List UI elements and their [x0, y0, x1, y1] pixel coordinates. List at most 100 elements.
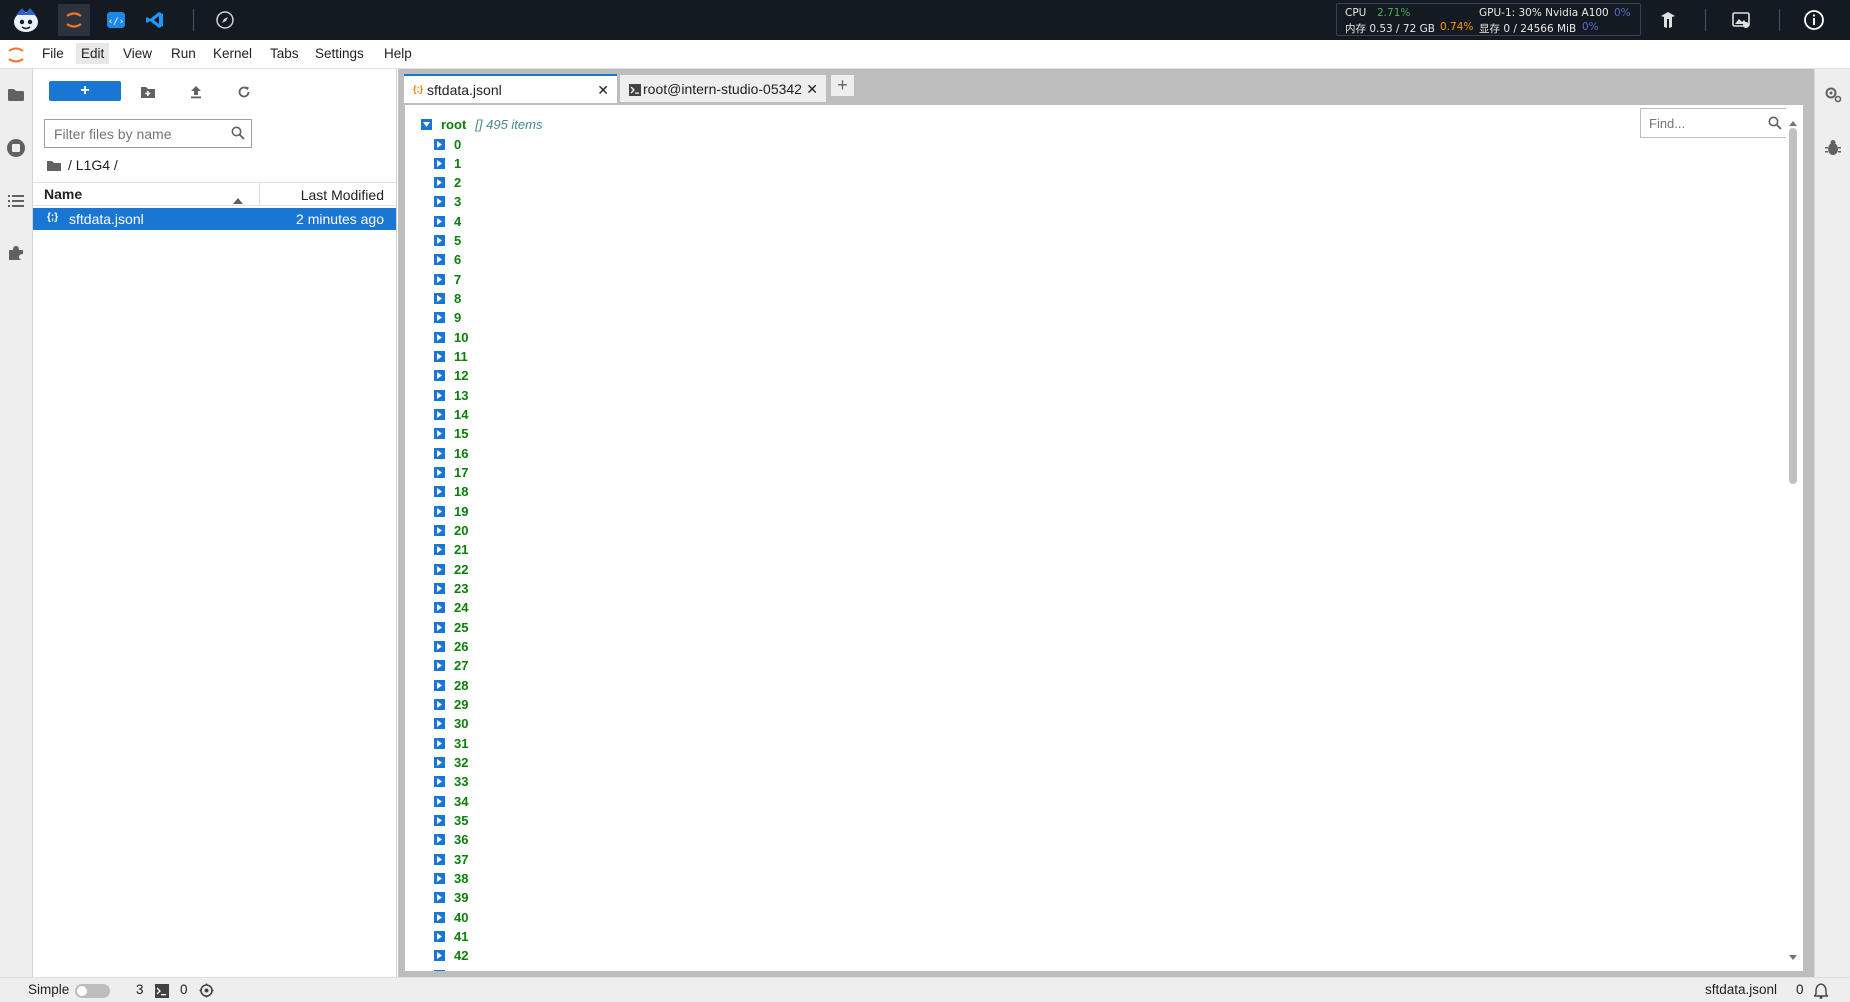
json-item-row[interactable]: 30 [434, 716, 468, 732]
expand-toggle-icon[interactable] [434, 370, 445, 382]
breadcrumb-path[interactable]: / L1G4 / [68, 157, 118, 173]
json-item-row[interactable]: 25 [434, 619, 468, 635]
model-icon[interactable] [1652, 4, 1684, 36]
json-item-row[interactable]: 26 [434, 639, 468, 655]
menu-settings[interactable]: Settings [313, 46, 366, 61]
json-item-row[interactable]: 10 [434, 329, 468, 345]
expand-toggle-icon[interactable] [434, 873, 445, 885]
table-of-contents-icon[interactable] [5, 190, 27, 212]
json-item-row[interactable]: 29 [434, 697, 468, 713]
json-item-row[interactable]: 34 [434, 793, 468, 809]
expand-toggle-icon[interactable] [434, 969, 445, 971]
folder-icon[interactable] [5, 84, 27, 106]
intern-studio-logo[interactable] [10, 4, 42, 36]
jupyter-app-icon[interactable] [58, 4, 90, 36]
running-kernels-icon[interactable] [5, 137, 27, 159]
expand-toggle-icon[interactable] [434, 196, 445, 208]
json-item-row[interactable]: 28 [434, 677, 468, 693]
expand-toggle-icon[interactable] [434, 834, 445, 846]
expand-toggle-icon[interactable] [434, 215, 445, 227]
sort-ascending-icon[interactable] [233, 191, 243, 207]
json-item-row[interactable]: 42 [434, 948, 468, 964]
file-filter-field[interactable] [44, 119, 252, 148]
menu-edit[interactable]: Edit [76, 43, 110, 64]
json-item-row[interactable]: 15 [434, 426, 468, 442]
expand-toggle-icon[interactable] [434, 525, 445, 537]
expand-toggle-icon[interactable] [434, 467, 445, 479]
code-editor-app-icon[interactable]: ‹/› [100, 4, 132, 36]
menu-tabs[interactable]: Tabs [268, 46, 301, 61]
breadcrumb[interactable]: / L1G4 / [46, 155, 118, 175]
simple-mode-toggle[interactable] [75, 984, 110, 998]
expand-toggle-icon[interactable] [434, 815, 445, 827]
expand-toggle-icon[interactable] [434, 641, 445, 653]
expand-toggle-icon[interactable] [434, 157, 445, 169]
json-item-row[interactable]: 17 [434, 465, 468, 481]
expand-toggle-icon[interactable] [434, 447, 445, 459]
json-item-row[interactable]: 24 [434, 600, 468, 616]
expand-toggle-icon[interactable] [434, 776, 445, 788]
json-item-row[interactable]: 4 [434, 213, 461, 229]
refresh-icon[interactable] [233, 81, 255, 103]
expand-toggle-icon[interactable] [434, 950, 445, 962]
collapse-toggle-icon[interactable] [421, 118, 432, 130]
json-item-row[interactable]: 5 [434, 233, 461, 249]
terminal-status-icon[interactable] [155, 984, 169, 1001]
json-item-row[interactable]: 40 [434, 909, 468, 925]
json-item-row[interactable]: 11 [434, 349, 468, 365]
json-item-row[interactable]: 14 [434, 407, 468, 423]
json-item-row[interactable]: 31 [434, 735, 468, 751]
json-item-row[interactable]: 36 [434, 832, 468, 848]
expand-toggle-icon[interactable] [434, 486, 445, 498]
expand-toggle-icon[interactable] [434, 138, 445, 150]
json-item-row[interactable]: 18 [434, 484, 468, 500]
json-item-row[interactable]: 2 [434, 175, 461, 191]
json-item-row[interactable]: 8 [434, 291, 461, 307]
menu-view[interactable]: View [121, 46, 154, 61]
image-settings-icon[interactable] [1725, 4, 1757, 36]
json-item-row[interactable]: 19 [434, 503, 468, 519]
json-item-row[interactable]: 1 [434, 155, 461, 171]
info-icon[interactable] [1798, 4, 1830, 36]
expand-toggle-icon[interactable] [434, 718, 445, 730]
json-item-row[interactable]: 38 [434, 871, 468, 887]
expand-toggle-icon[interactable] [434, 679, 445, 691]
kernels-count[interactable]: 3 [136, 982, 144, 997]
expand-toggle-icon[interactable] [434, 583, 445, 595]
json-item-row[interactable]: 35 [434, 813, 468, 829]
close-icon[interactable]: ✕ [597, 82, 609, 99]
menu-file[interactable]: File [40, 46, 66, 61]
file-filter-input[interactable] [45, 120, 225, 147]
property-inspector-gears-icon[interactable] [1824, 85, 1842, 108]
json-item-row[interactable]: 41 [434, 929, 468, 945]
json-item-row[interactable]: 16 [434, 445, 468, 461]
tab-terminal[interactable]: root@intern-studio-05342 ✕ [619, 74, 827, 103]
json-item-row[interactable]: 9 [434, 310, 461, 326]
kernel-status-icon[interactable] [199, 983, 214, 1001]
expand-toggle-icon[interactable] [434, 505, 445, 517]
json-item-row[interactable]: 7 [434, 271, 461, 287]
json-item-row[interactable]: 13 [434, 387, 468, 403]
expand-toggle-icon[interactable] [434, 428, 445, 440]
expand-toggle-icon[interactable] [434, 254, 445, 266]
scroll-down-arrow-icon[interactable] [1789, 947, 1797, 965]
expand-toggle-icon[interactable] [434, 351, 445, 363]
expand-toggle-icon[interactable] [434, 795, 445, 807]
expand-toggle-icon[interactable] [434, 737, 445, 749]
expand-toggle-icon[interactable] [434, 892, 445, 904]
json-item-row[interactable]: 20 [434, 523, 468, 539]
folder-icon[interactable] [46, 159, 62, 172]
expand-toggle-icon[interactable] [434, 409, 445, 421]
json-item-row[interactable]: 23 [434, 581, 468, 597]
json-item-row[interactable]: 12 [434, 368, 468, 384]
find-field[interactable] [1640, 108, 1789, 138]
expand-toggle-icon[interactable] [434, 563, 445, 575]
bell-icon[interactable] [1813, 983, 1829, 1002]
new-folder-icon[interactable] [137, 81, 159, 103]
expand-toggle-icon[interactable] [434, 660, 445, 672]
tab-sftdata-jsonl[interactable]: {;} sftdata.jsonl ✕ [404, 74, 617, 103]
new-launcher-button[interactable]: + [49, 81, 121, 101]
json-item-row[interactable]: 0 [434, 136, 461, 152]
expand-toggle-icon[interactable] [434, 699, 445, 711]
expand-toggle-icon[interactable] [434, 177, 445, 189]
